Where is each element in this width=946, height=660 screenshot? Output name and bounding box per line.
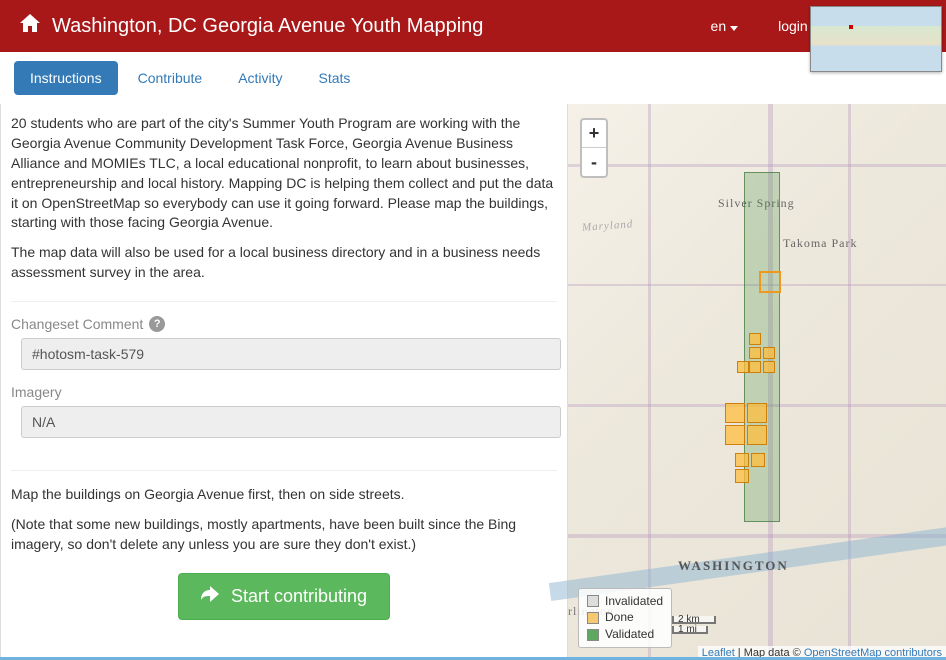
tab-contribute[interactable]: Contribute	[122, 61, 219, 95]
language-selector[interactable]: en	[711, 18, 739, 34]
tabs-row: Instructions Contribute Activity Stats	[0, 52, 946, 104]
task-cell[interactable]	[747, 425, 767, 445]
task-cell[interactable]	[747, 403, 767, 423]
home-icon[interactable]	[20, 14, 40, 38]
map-label-takoma-park: Takoma Park	[783, 236, 857, 251]
zoom-out-button[interactable]: -	[582, 148, 606, 176]
task-cell[interactable]	[725, 403, 745, 423]
changeset-input	[21, 338, 561, 370]
task-cell[interactable]	[749, 347, 761, 359]
task-grid[interactable]	[744, 172, 780, 522]
legend-invalidated: Invalidated	[587, 593, 663, 610]
task-cell[interactable]	[763, 347, 775, 359]
task-cell[interactable]	[751, 453, 765, 467]
instructions-p3: Map the buildings on Georgia Avenue firs…	[11, 485, 557, 505]
instructions-p1: 20 students who are part of the city's S…	[11, 114, 557, 233]
zoom-in-button[interactable]: +	[582, 120, 606, 148]
legend-validated: Validated	[587, 626, 663, 643]
share-icon	[201, 586, 219, 607]
map-label-washington: WASHINGTON	[678, 558, 789, 574]
map-label-maryland: Maryland	[582, 218, 634, 234]
legend-done: Done	[587, 609, 663, 626]
instructions-p4: (Note that some new buildings, mostly ap…	[11, 515, 557, 555]
scale-control: 2 km 1 mi	[672, 616, 716, 636]
task-cell[interactable]	[735, 453, 749, 467]
help-icon[interactable]: ?	[149, 316, 165, 332]
task-cell[interactable]	[749, 333, 761, 345]
overview-map[interactable]	[810, 6, 942, 72]
task-cell[interactable]	[725, 425, 745, 445]
page-title: Washington, DC Georgia Avenue Youth Mapp…	[52, 15, 483, 38]
divider	[11, 301, 557, 302]
imagery-input	[21, 406, 561, 438]
task-cell[interactable]	[737, 361, 749, 373]
caret-down-icon	[730, 18, 738, 34]
scale-km: 2 km	[672, 616, 716, 624]
task-cell[interactable]	[749, 361, 761, 373]
map-legend: Invalidated Done Validated	[578, 588, 672, 648]
scale-mi: 1 mi	[672, 626, 708, 634]
language-label: en	[711, 18, 727, 34]
changeset-label: Changeset Comment ?	[11, 316, 557, 332]
tab-instructions[interactable]: Instructions	[14, 61, 118, 95]
zoom-control: + -	[580, 118, 608, 178]
instructions-panel: 20 students who are part of the city's S…	[0, 104, 568, 660]
task-cell[interactable]	[735, 469, 749, 483]
overview-marker	[849, 25, 853, 29]
start-contributing-button[interactable]: Start contributing	[178, 573, 390, 620]
divider	[11, 470, 557, 471]
tab-stats[interactable]: Stats	[303, 61, 367, 95]
start-button-label: Start contributing	[231, 586, 367, 607]
task-cell[interactable]	[763, 361, 775, 373]
header-bar: Washington, DC Georgia Avenue Youth Mapp…	[0, 0, 946, 52]
map-panel[interactable]: Maryland Silver Spring Takoma Park WASHI…	[568, 104, 946, 660]
tab-activity[interactable]: Activity	[222, 61, 298, 95]
task-cell[interactable]	[759, 271, 781, 293]
imagery-label: Imagery	[11, 384, 557, 400]
instructions-p2: The map data will also be used for a loc…	[11, 243, 557, 283]
